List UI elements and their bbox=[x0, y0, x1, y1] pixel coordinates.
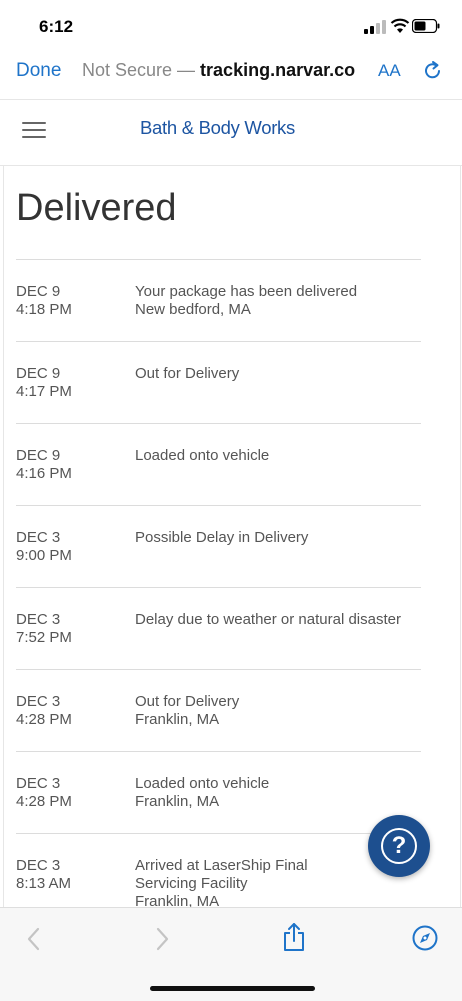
tracking-event: DEC 9 4:17 PM Out for Delivery bbox=[16, 342, 421, 424]
event-time: 7:52 PM bbox=[16, 629, 72, 646]
event-description: Loaded onto vehicle bbox=[135, 447, 270, 464]
wifi-icon bbox=[390, 18, 410, 33]
chevron-right-icon[interactable] bbox=[155, 926, 171, 952]
event-description: Delay due to weather or natural disaster bbox=[135, 611, 401, 628]
tracking-event: DEC 9 4:16 PM Loaded onto vehicle bbox=[16, 424, 421, 506]
status-time: 6:12 bbox=[39, 17, 74, 36]
event-description: Possible Delay in Delivery bbox=[135, 529, 309, 546]
browser-top-bar: Done Not Secure — tracking.narvar.co AA bbox=[0, 52, 462, 92]
share-icon[interactable] bbox=[282, 922, 306, 952]
event-datetime: DEC 3 8:13 AM bbox=[16, 857, 71, 893]
event-datetime: DEC 9 4:17 PM bbox=[16, 365, 72, 401]
url-security-label: Not Secure — bbox=[82, 60, 201, 80]
event-date: DEC 3 bbox=[16, 529, 61, 546]
brand-logo[interactable]: Bath & Body Works bbox=[140, 117, 295, 139]
event-datetime: DEC 9 4:16 PM bbox=[16, 447, 72, 483]
event-description: Out for Delivery bbox=[135, 365, 240, 382]
event-description: Your package has been delivered bbox=[135, 283, 358, 300]
event-location: Franklin, MA bbox=[135, 893, 220, 907]
event-location: Franklin, MA bbox=[135, 711, 220, 728]
event-details: Possible Delay in Delivery bbox=[135, 529, 308, 547]
signal-icon bbox=[364, 20, 386, 34]
event-details: Loaded onto vehicle Franklin, MA bbox=[135, 775, 269, 811]
event-details: Out for Delivery bbox=[135, 365, 239, 383]
event-date: DEC 9 bbox=[16, 365, 61, 382]
tracking-event-list: DEC 9 4:18 PM Your package has been deliv… bbox=[16, 260, 421, 907]
tracking-event: DEC 3 8:13 AM Arrived at LaserShip Final … bbox=[16, 834, 421, 907]
event-time: 4:16 PM bbox=[16, 465, 72, 482]
event-description: Arrived at LaserShip Final Servicing Fac… bbox=[135, 857, 308, 892]
event-description: Loaded onto vehicle bbox=[135, 775, 270, 792]
tracking-event: DEC 3 9:00 PM Possible Delay in Delivery bbox=[16, 506, 421, 588]
event-details: Delay due to weather or natural disaster bbox=[135, 611, 401, 629]
chevron-left-icon[interactable] bbox=[25, 926, 41, 952]
hamburger-menu-icon[interactable] bbox=[22, 122, 46, 140]
event-details: Out for Delivery Franklin, MA bbox=[135, 693, 239, 729]
status-bar: 6:12 bbox=[0, 0, 462, 50]
event-time: 4:28 PM bbox=[16, 793, 72, 810]
event-date: DEC 3 bbox=[16, 857, 61, 874]
event-time: 4:17 PM bbox=[16, 383, 72, 400]
text-size-button[interactable]: AA bbox=[378, 61, 401, 81]
event-datetime: DEC 3 4:28 PM bbox=[16, 775, 72, 811]
event-time: 4:28 PM bbox=[16, 711, 72, 728]
event-datetime: DEC 3 4:28 PM bbox=[16, 693, 72, 729]
event-date: DEC 3 bbox=[16, 775, 61, 792]
event-date: DEC 9 bbox=[16, 447, 61, 464]
event-location: New bedford, MA bbox=[135, 301, 251, 318]
tracking-event: DEC 3 4:28 PM Loaded onto vehicle Franklin… bbox=[16, 752, 421, 834]
tracking-event: DEC 3 4:28 PM Out for Delivery Franklin, M… bbox=[16, 670, 421, 752]
tracking-event: DEC 3 7:52 PM Delay due to weather or nat… bbox=[16, 588, 421, 670]
help-icon: ? bbox=[381, 828, 417, 864]
tracking-event: DEC 9 4:18 PM Your package has been deliv… bbox=[16, 260, 421, 342]
done-button[interactable]: Done bbox=[16, 60, 61, 82]
compass-icon[interactable] bbox=[412, 925, 438, 951]
reload-icon[interactable] bbox=[422, 60, 444, 82]
url-host: tracking.narvar.co bbox=[200, 60, 356, 80]
event-details: Your package has been delivered New bedfo… bbox=[135, 283, 357, 319]
event-time: 8:13 AM bbox=[16, 875, 72, 892]
event-datetime: DEC 3 7:52 PM bbox=[16, 611, 72, 647]
delivery-status-title: Delivered bbox=[16, 187, 177, 229]
site-header: Bath & Body Works bbox=[0, 99, 462, 166]
event-time: 4:18 PM bbox=[16, 301, 72, 318]
event-description: Out for Delivery bbox=[135, 693, 240, 710]
event-date: DEC 3 bbox=[16, 693, 61, 710]
event-date: DEC 9 bbox=[16, 283, 61, 300]
event-location: Franklin, MA bbox=[135, 793, 220, 810]
event-datetime: DEC 9 4:18 PM bbox=[16, 283, 72, 319]
event-time: 9:00 PM bbox=[16, 547, 72, 564]
battery-icon bbox=[412, 19, 440, 33]
home-indicator bbox=[150, 986, 315, 991]
event-details: Loaded onto vehicle bbox=[135, 447, 269, 465]
help-button[interactable]: ? bbox=[368, 815, 430, 877]
tracking-content: Delivered DEC 9 4:18 PM Your package has … bbox=[3, 165, 461, 907]
event-datetime: DEC 3 9:00 PM bbox=[16, 529, 72, 565]
event-date: DEC 3 bbox=[16, 611, 61, 628]
address-bar[interactable]: Not Secure — tracking.narvar.co bbox=[82, 60, 355, 81]
event-details: Arrived at LaserShip Final Servicing Fac… bbox=[135, 857, 365, 907]
